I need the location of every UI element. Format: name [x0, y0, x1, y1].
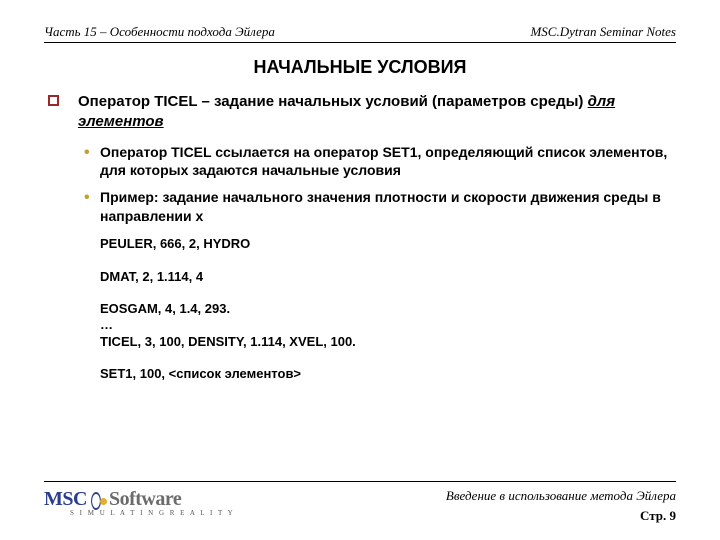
header-bar: Часть 15 – Особенности подхода Эйлера MS… [44, 24, 676, 43]
page-num: 9 [670, 508, 677, 523]
slide-title: НАЧАЛЬНЫЕ УСЛОВИЯ [44, 57, 676, 78]
msc-software-logo: MSC Software S I M U L A T I N G R E A L … [44, 488, 235, 517]
bullet-level1: Оператор TICEL – задание начальных услов… [44, 92, 676, 133]
footer: MSC Software S I M U L A T I N G R E A L … [44, 481, 676, 524]
page-label: Стр. [640, 508, 670, 523]
footer-rule [44, 481, 676, 482]
logo-software-text: Software [109, 488, 181, 510]
header-right: MSC.Dytran Seminar Notes [530, 24, 676, 40]
logo-tagline: S I M U L A T I N G R E A L I T Y [44, 509, 235, 517]
bullet-level2-a: Оператор TICEL ссылается на оператор SET… [44, 143, 676, 181]
sub-b-text: Пример: задание начального значения плот… [100, 189, 661, 224]
square-bullet-icon [48, 95, 59, 106]
bullet1-text: Оператор TICEL – задание начальных услов… [78, 93, 588, 110]
page-number: Стр. 9 [446, 508, 676, 524]
logo-msc-text: MSC [44, 488, 87, 510]
sub-a-text: Оператор TICEL ссылается на оператор SET… [100, 144, 667, 179]
bullet-level2-b: Пример: задание начального значения плот… [44, 188, 676, 226]
footer-intro: Введение в использование метода Эйлера [446, 488, 676, 504]
slide-page: Часть 15 – Особенности подхода Эйлера MS… [0, 0, 720, 540]
code-block: PEULER, 666, 2, HYDRO DMAT, 2, 1.114, 4 … [44, 236, 676, 382]
header-left: Часть 15 – Особенности подхода Эйлера [44, 24, 275, 40]
logo-swoosh-icon [87, 492, 109, 510]
